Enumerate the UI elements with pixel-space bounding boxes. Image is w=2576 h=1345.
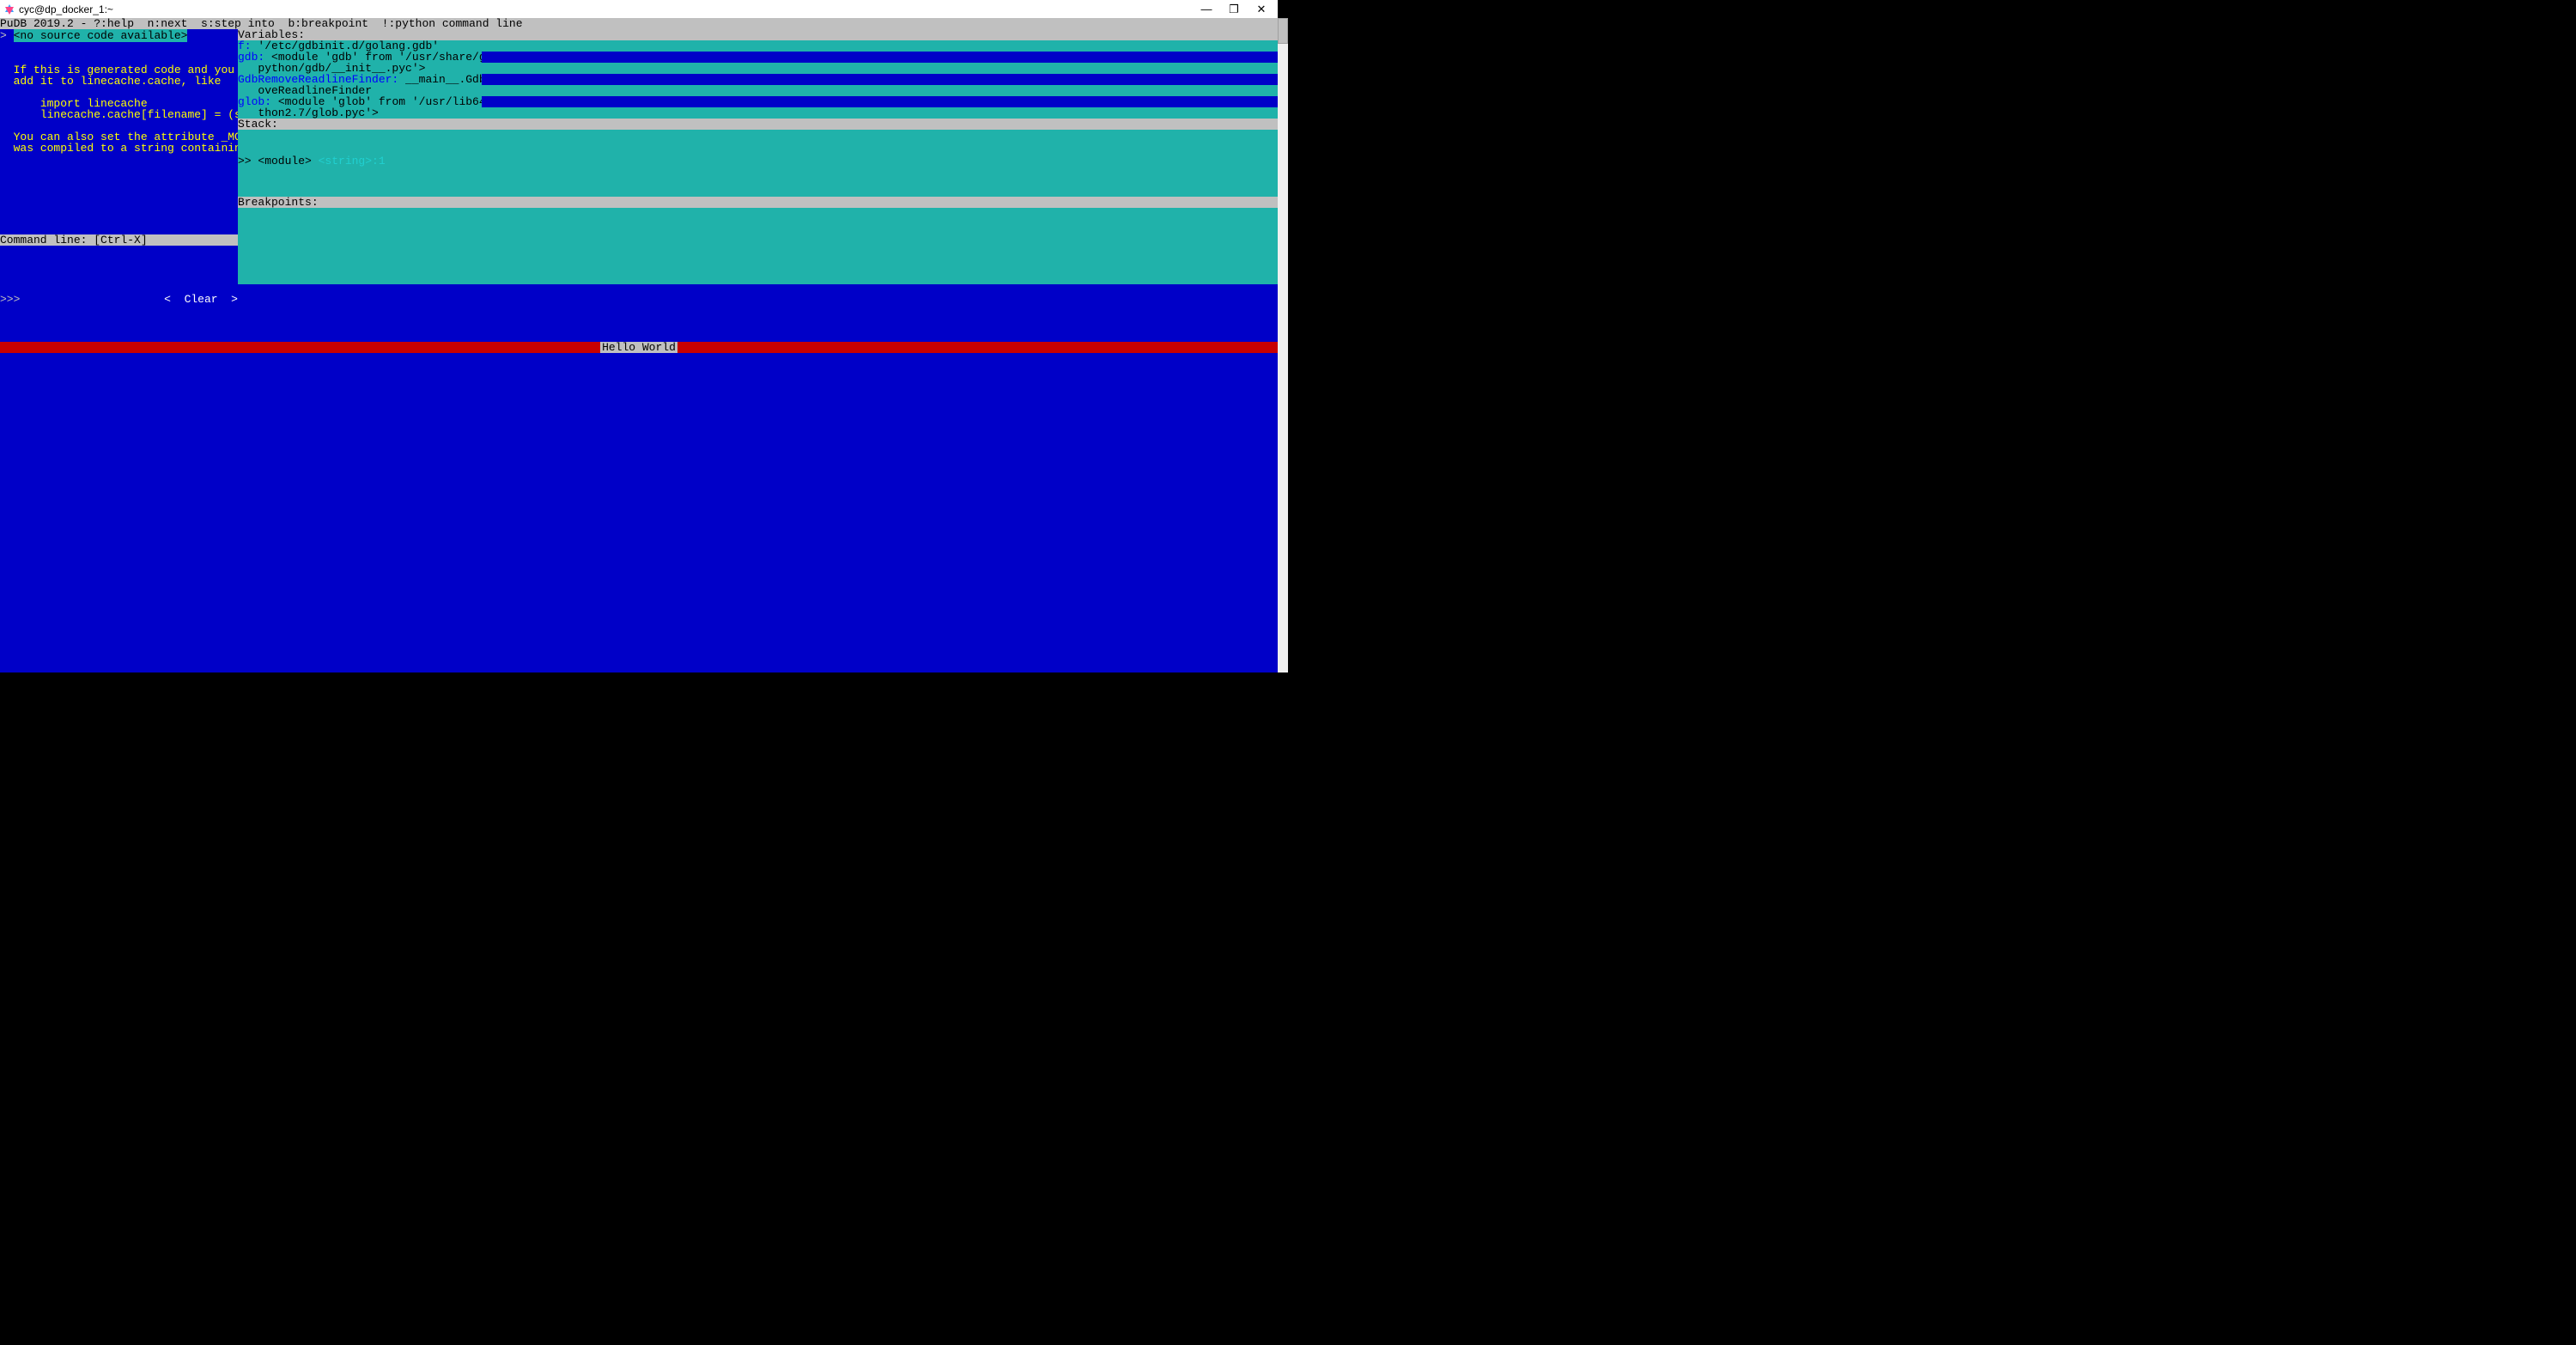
commandline-header: Command line: [Ctrl-X] bbox=[0, 234, 238, 246]
window-titlebar: cyc@dp_docker_1:~ — ❐ ✕ bbox=[0, 0, 1278, 18]
app-icon bbox=[3, 3, 15, 15]
source-line: If this is generated code and you wou ad… bbox=[0, 64, 238, 155]
no-source-msg: <no source code available> bbox=[14, 29, 188, 42]
dialog-title: Hello World bbox=[600, 342, 677, 353]
cmd-prompt: >>> bbox=[0, 294, 20, 305]
stack-header: Stack: bbox=[238, 119, 1278, 130]
terminal-gap bbox=[0, 672, 1278, 684]
variables-header: Variables: bbox=[238, 29, 1278, 40]
dialog-titlebar: Hello World bbox=[0, 342, 1278, 353]
variables-list[interactable]: f: '/etc/gdbinit.d/golang.gdb' gdb: <mod… bbox=[238, 40, 1278, 119]
maximize-button[interactable]: ❐ bbox=[1228, 3, 1240, 15]
dialog-body[interactable] bbox=[0, 353, 1278, 672]
stack-body[interactable]: >> <module> <string>:1 bbox=[238, 130, 1278, 197]
breakpoints-body[interactable] bbox=[238, 208, 1278, 234]
close-button[interactable]: ✕ bbox=[1255, 3, 1267, 15]
current-line-marker: > bbox=[0, 29, 7, 42]
vertical-scrollbar[interactable] bbox=[1278, 18, 1288, 672]
help-bar: PuDB 2019.2 - ?:help n:next s:step into … bbox=[0, 18, 1278, 29]
clear-button[interactable]: < Clear > bbox=[164, 294, 238, 305]
window-title: cyc@dp_docker_1:~ bbox=[19, 3, 113, 15]
breakpoints-header: Breakpoints: bbox=[238, 197, 1278, 208]
source-pane[interactable]: > <no source code available> If this is … bbox=[0, 29, 238, 234]
scrollbar-thumb[interactable] bbox=[1278, 18, 1288, 44]
minimize-button[interactable]: — bbox=[1200, 3, 1212, 15]
commandline-area[interactable]: >>> < Clear > bbox=[0, 246, 238, 284]
